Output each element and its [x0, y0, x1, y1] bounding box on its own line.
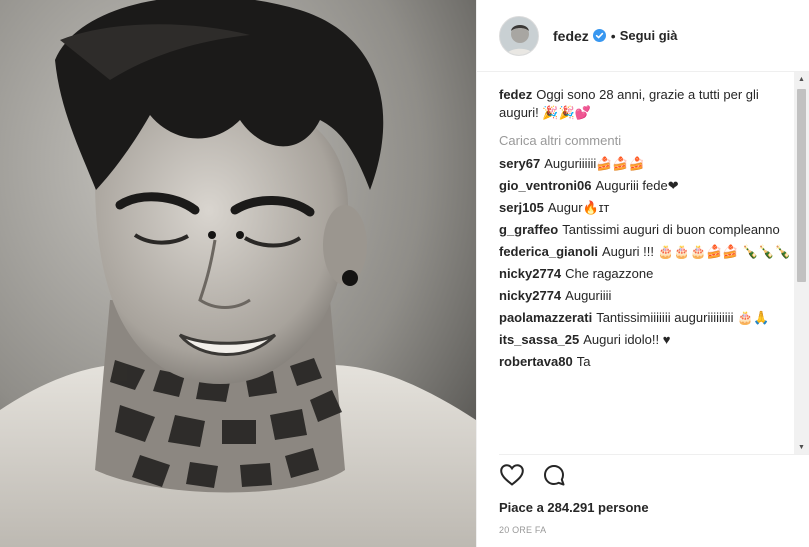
comment-button[interactable]: [541, 462, 567, 488]
comment-item: nicky2774 Auguriiii: [499, 287, 791, 305]
avatar-image: [500, 16, 538, 55]
comment-username[interactable]: sery67: [499, 156, 540, 171]
comment-username[interactable]: its_sassa_25: [499, 332, 579, 347]
comment-username[interactable]: paolamazzerati: [499, 310, 592, 325]
post-photo[interactable]: [0, 0, 476, 547]
portrait-illustration: [0, 0, 476, 547]
post-details-panel: fedez • Segui già fedez Oggi sono 28 anni…: [476, 0, 809, 547]
comments-scrollbar[interactable]: ▲ ▼: [794, 72, 809, 454]
comment-item: nicky2774 Che ragazzone: [499, 265, 791, 283]
comment-text: Auguri !!! 🎂🎂🎂🍰🍰 🍾🍾🍾: [601, 244, 791, 259]
comment-username[interactable]: gio_ventroni06: [499, 178, 591, 193]
like-button[interactable]: [499, 462, 525, 488]
comment-text: Auguriiii: [565, 288, 612, 303]
comment-item: g_graffeo Tantissimi auguri di buon compl…: [499, 221, 791, 239]
comment-item: gio_ventroni06 Auguriii fede❤: [499, 177, 791, 195]
comment-text: Auguriiiiii🍰🍰🍰: [544, 156, 645, 171]
post-timestamp[interactable]: 20 ORE FA: [499, 525, 546, 535]
post-caption: fedez Oggi sono 28 anni, grazie a tutti p…: [499, 86, 791, 122]
verified-badge-icon: [592, 29, 606, 42]
comment-username[interactable]: serj105: [499, 200, 544, 215]
post-header: fedez • Segui già: [477, 0, 809, 72]
comment-text: Augur🔥ɪᴛ: [547, 200, 610, 215]
comment-text: Auguri idolo!! ♥: [583, 332, 671, 347]
following-button[interactable]: Segui già: [620, 28, 678, 43]
scroll-up-arrow-icon[interactable]: ▲: [794, 72, 809, 86]
instagram-post: fedez • Segui già fedez Oggi sono 28 anni…: [0, 0, 809, 547]
scroll-down-arrow-icon[interactable]: ▼: [794, 440, 809, 454]
comments-list[interactable]: fedez Oggi sono 28 anni, grazie a tutti p…: [499, 86, 791, 454]
comment-text: Tantissimiiiiiii auguriiiiiiiii 🎂🙏: [596, 310, 770, 325]
load-more-comments-link[interactable]: Carica altri commenti: [499, 132, 791, 150]
header-username[interactable]: fedez: [553, 28, 589, 44]
comment-item: serj105 Augur🔥ɪᴛ: [499, 199, 791, 217]
comment-item: sery67 Auguriiiiii🍰🍰🍰: [499, 155, 791, 173]
header-separator: •: [610, 27, 616, 44]
comment-username[interactable]: federica_gianoli: [499, 244, 598, 259]
likes-count[interactable]: Piace a 284.291 persone: [499, 499, 649, 517]
scrollbar-thumb[interactable]: [797, 89, 806, 282]
comment-text: Auguriii fede❤: [595, 178, 679, 193]
comment-item: its_sassa_25 Auguri idolo!! ♥: [499, 331, 791, 349]
comment-username[interactable]: g_graffeo: [499, 222, 558, 237]
post-actions: [499, 462, 567, 488]
comment-text: Che ragazzone: [565, 266, 654, 281]
avatar[interactable]: [499, 15, 539, 56]
comment-item: federica_gianoli Auguri !!! 🎂🎂🎂🍰🍰 🍾🍾🍾: [499, 243, 791, 261]
comment-text: Tantissimi auguri di buon compleanno: [562, 222, 780, 237]
comment-username[interactable]: nicky2774: [499, 266, 561, 281]
comment-item: paolamazzerati Tantissimiiiiiii auguriiii…: [499, 309, 791, 327]
caption-username[interactable]: fedez: [499, 87, 532, 102]
heart-icon: [500, 464, 524, 486]
comment-item: robertava80 Ta: [499, 353, 791, 371]
comment-bubble-icon: [544, 465, 565, 486]
caption-text: Oggi sono 28 anni, grazie a tutti per gl…: [499, 87, 759, 120]
comment-username[interactable]: robertava80: [499, 354, 573, 369]
comment-username[interactable]: nicky2774: [499, 288, 561, 303]
actions-divider: [499, 454, 809, 455]
comment-text: Ta: [576, 354, 591, 369]
